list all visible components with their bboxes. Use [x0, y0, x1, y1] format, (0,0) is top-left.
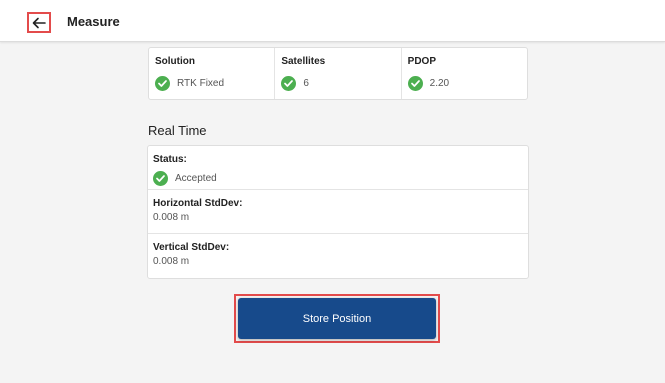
gnss-status-card: Solution RTK Fixed Satellites 6 PDOP 2.2… [148, 47, 528, 100]
satellites-label: Satellites [281, 56, 326, 67]
status-label: Status: [153, 154, 187, 165]
vertical-stddev-value: 0.008 m [153, 256, 190, 267]
page-title: Measure [67, 14, 120, 29]
solution-value: RTK Fixed [177, 78, 225, 89]
solution-label: Solution [155, 56, 195, 67]
vertical-stddev-label: Vertical StdDev: [153, 242, 230, 253]
status-value: Accepted [175, 173, 217, 184]
horizontal-stddev-value: 0.008 m [153, 212, 190, 223]
store-position-button[interactable]: Store Position [238, 298, 436, 339]
check-circle-icon [153, 171, 168, 186]
check-circle-icon [407, 76, 423, 91]
satellites-cell: Satellites 6 [275, 48, 402, 99]
pdop-cell: PDOP 2.20 [402, 48, 527, 99]
solution-cell: Solution RTK Fixed [149, 48, 276, 99]
check-circle-icon [155, 76, 170, 91]
pdop-value: 2.20 [429, 78, 450, 89]
check-circle-icon [281, 76, 297, 91]
store-position-highlight: Store Position [234, 294, 440, 343]
vertical-stddev-row: Vertical StdDev: 0.008 m [148, 234, 528, 278]
app-header: Measure [0, 0, 665, 42]
pdop-label: PDOP [407, 56, 436, 67]
horizontal-stddev-label: Horizontal StdDev: [153, 198, 243, 209]
real-time-heading: Real Time [148, 123, 207, 138]
back-button[interactable] [27, 12, 51, 33]
horizontal-stddev-row: Horizontal StdDev: 0.008 m [148, 190, 528, 234]
arrow-left-icon [32, 17, 46, 28]
real-time-card: Status: Accepted Horizontal StdDev: 0.00… [147, 145, 529, 279]
status-row: Status: Accepted [148, 146, 528, 190]
satellites-value: 6 [303, 78, 309, 89]
